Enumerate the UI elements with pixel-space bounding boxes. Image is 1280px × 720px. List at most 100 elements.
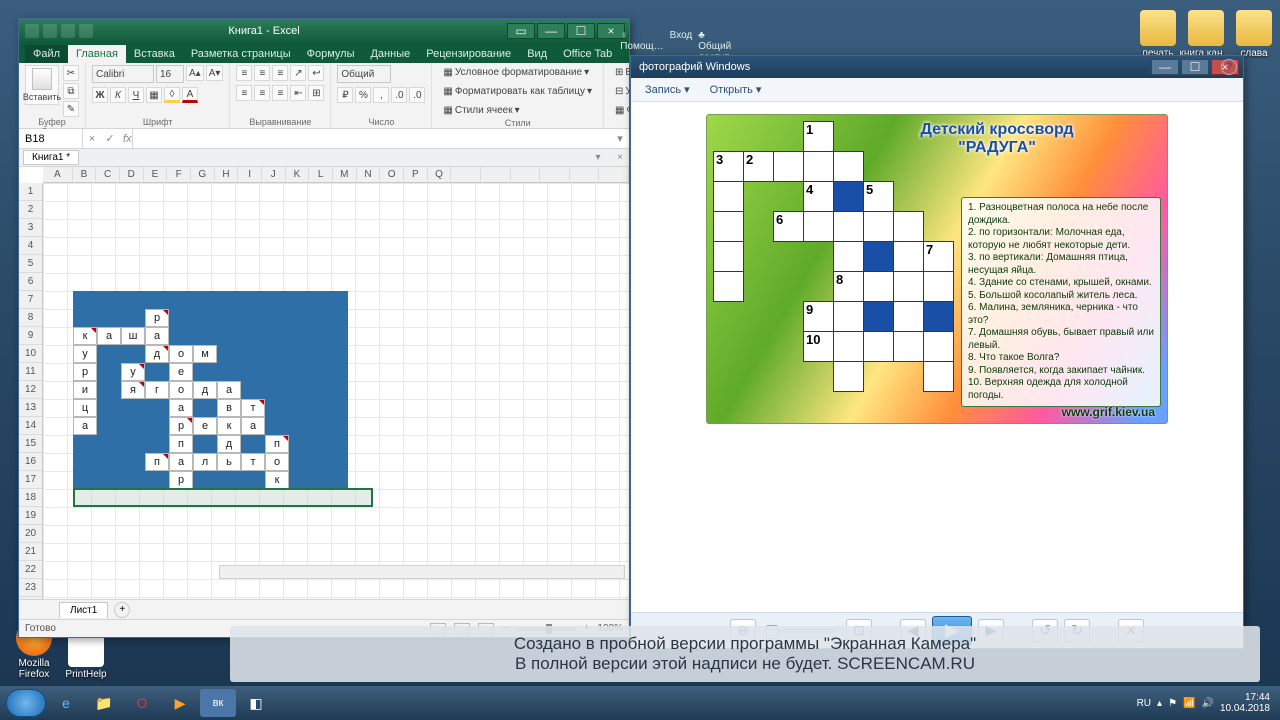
crossword-cell[interactable]: г	[145, 381, 169, 399]
tab-page-layout[interactable]: Разметка страницы	[183, 45, 299, 63]
paste-button[interactable]: Вставить	[25, 65, 59, 105]
crossword-cell[interactable]: к	[217, 417, 241, 435]
tray-show-hidden-icon[interactable]: ▴	[1157, 698, 1162, 709]
underline-button[interactable]: Ч	[128, 87, 144, 103]
tray-network-icon[interactable]: 📶	[1183, 698, 1195, 709]
wrap-text[interactable]: ↩	[308, 65, 324, 81]
burn-menu[interactable]: Запись ▾	[637, 81, 698, 98]
crossword-cell[interactable]: п	[169, 435, 193, 453]
top-align[interactable]: ≡	[236, 65, 252, 81]
crossword-cell[interactable]: а	[73, 417, 97, 435]
crossword-cell[interactable]: у	[121, 363, 145, 381]
orientation[interactable]: ↗	[290, 65, 306, 81]
crossword-cell[interactable]: а	[145, 327, 169, 345]
enter-formula-icon[interactable]: ✓	[101, 132, 119, 145]
fx-icon[interactable]: fx	[119, 133, 132, 145]
crossword-cell[interactable]: е	[193, 417, 217, 435]
decrease-indent[interactable]: ⇤	[290, 85, 306, 101]
crossword-cell[interactable]: к	[265, 471, 289, 489]
merge-center[interactable]: ⊞	[308, 85, 324, 101]
taskbar-vk[interactable]: вк	[200, 689, 236, 717]
increase-font-button[interactable]: A▴	[186, 65, 204, 81]
quick-access-toolbar[interactable]	[25, 24, 93, 38]
taskbar-opera[interactable]: O	[124, 689, 160, 717]
cell-styles[interactable]: ▦ Стили ячеек ▾	[438, 103, 524, 118]
font-size-combo[interactable]: 16	[156, 65, 184, 83]
format-painter-button[interactable]: ✎	[63, 101, 79, 117]
tab-formulas[interactable]: Формулы	[299, 45, 363, 63]
tab-insert[interactable]: Вставка	[126, 45, 183, 63]
crossword-cell[interactable]: а	[97, 327, 121, 345]
crossword-cell[interactable]: о	[265, 453, 289, 471]
fill-color-button[interactable]: ◊	[164, 87, 180, 103]
crossword-cell[interactable]: т	[241, 399, 265, 417]
crossword-cell[interactable]: ш	[121, 327, 145, 345]
taskbar-explorer[interactable]: 📁	[86, 689, 122, 717]
tray-lang[interactable]: RU	[1137, 698, 1151, 709]
taskbar-ie[interactable]: e	[48, 689, 84, 717]
crossword-cell[interactable]: о	[169, 345, 193, 363]
crossword-cell[interactable]: е	[169, 363, 193, 381]
comma-format[interactable]: ,	[373, 87, 389, 103]
bottom-align[interactable]: ≡	[272, 65, 288, 81]
center-align[interactable]: ≡	[254, 85, 270, 101]
expand-formula-icon[interactable]: ▾	[611, 132, 629, 145]
maximize-button[interactable]: ☐	[567, 23, 595, 39]
crossword-cell[interactable]: п	[145, 453, 169, 471]
crossword-cell[interactable]: п	[265, 435, 289, 453]
sheet-tab[interactable]: Лист1	[59, 602, 108, 618]
formula-bar[interactable]	[132, 129, 611, 148]
cancel-formula-icon[interactable]: ×	[83, 133, 101, 145]
middle-align[interactable]: ≡	[254, 65, 270, 81]
desktop-folder-slava[interactable]: слава	[1224, 10, 1280, 59]
excel-titlebar[interactable]: Книга1 - Excel ▭ — ☐ ×	[19, 19, 629, 43]
crossword-cell[interactable]: р	[145, 309, 169, 327]
format-as-table[interactable]: ▦ Форматировать как таблицу ▾	[438, 84, 597, 99]
crossword-cell[interactable]: м	[193, 345, 217, 363]
start-button[interactable]	[6, 689, 46, 717]
horizontal-scrollbar[interactable]	[219, 565, 625, 579]
tray-flag-icon[interactable]: ⚑	[1168, 698, 1177, 709]
name-box[interactable]: B18	[19, 129, 83, 148]
crossword-cell[interactable]: и	[73, 381, 97, 399]
accounting-format[interactable]: ₽	[337, 87, 353, 103]
row-headers[interactable]: 123456789101112131415161718192021222324	[19, 183, 43, 599]
crossword-cell[interactable]: д	[193, 381, 217, 399]
left-align[interactable]: ≡	[236, 85, 252, 101]
inc-decimal[interactable]: .0	[391, 87, 407, 103]
open-menu[interactable]: Открыть ▾	[702, 81, 770, 98]
tab-home[interactable]: Главная	[68, 45, 126, 63]
workbook-close-icon[interactable]: ×	[611, 152, 629, 163]
tab-data[interactable]: Данные	[362, 45, 418, 63]
taskbar[interactable]: e 📁 O ▶ вк ◧ RU ▴ ⚑ 📶 🔊 17:44 10.04.2018	[0, 686, 1280, 720]
crossword-cell[interactable]: я	[121, 381, 145, 399]
crossword-cell[interactable]: р	[169, 417, 193, 435]
taskbar-player[interactable]: ▶	[162, 689, 198, 717]
crossword-cell[interactable]: в	[217, 399, 241, 417]
minimize-button[interactable]: —	[1151, 59, 1179, 75]
font-color-button[interactable]: A	[182, 87, 198, 103]
crossword-cell[interactable]: ц	[73, 399, 97, 417]
maximize-button[interactable]: ☐	[1181, 59, 1209, 75]
taskbar-app[interactable]: ◧	[238, 689, 274, 717]
decrease-font-button[interactable]: A▾	[206, 65, 224, 81]
crossword-cell[interactable]: р	[169, 471, 193, 489]
right-align[interactable]: ≡	[272, 85, 288, 101]
conditional-formatting[interactable]: ▦ Условное форматирование ▾	[438, 65, 594, 80]
viewer-titlebar[interactable]: фотографий Windows — ☐ ×	[631, 56, 1243, 78]
crossword-cell[interactable]: р	[73, 363, 97, 381]
dec-decimal[interactable]: .0	[409, 87, 425, 103]
percent-format[interactable]: %	[355, 87, 371, 103]
tab-file[interactable]: Файл	[25, 45, 68, 63]
tab-view[interactable]: Вид	[519, 45, 555, 63]
crossword-cell[interactable]: л	[193, 453, 217, 471]
crossword-cell[interactable]: а	[169, 453, 193, 471]
crossword-cell[interactable]: у	[73, 345, 97, 363]
crossword-cell[interactable]: д	[145, 345, 169, 363]
help-icon[interactable]: ?	[1221, 59, 1237, 75]
ribbon-display-button[interactable]: ▭	[507, 23, 535, 39]
tab-review[interactable]: Рецензирование	[418, 45, 519, 63]
workbook-menu-icon[interactable]: ▾	[589, 152, 607, 163]
minimize-button[interactable]: —	[537, 23, 565, 39]
tray-clock[interactable]: 17:44 10.04.2018	[1220, 692, 1270, 714]
